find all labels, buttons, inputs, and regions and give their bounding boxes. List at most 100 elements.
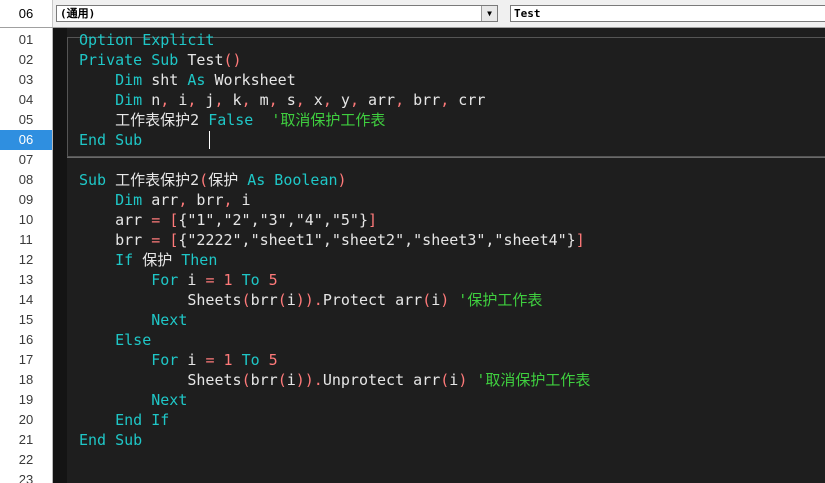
code-token: For [151, 351, 179, 369]
line-number-gutter: 01 02 03 04 05 06 07 08 09 10 11 12 13 14 15 16 17 18 19 20… [0, 28, 53, 483]
code-token: Next [151, 311, 188, 329]
code-line[interactable]: arr = [{"1","2","3","4","5"}] [79, 210, 377, 230]
code-token: Dim [115, 191, 143, 209]
code-token: Sub [79, 171, 107, 189]
code-line[interactable]: End Sub [79, 430, 142, 450]
code-editor[interactable]: Option Explicit Private Sub Test() Dim sh… [67, 28, 825, 483]
code-token: 工作表保护2 [106, 171, 200, 189]
code-line[interactable]: If 保护 Then [79, 250, 217, 270]
code-token: [ [169, 211, 179, 229]
code-token: {"1","2","3","4","5"} [178, 211, 368, 229]
line-number: 20 [18, 412, 34, 427]
code-line[interactable]: Option Explicit [79, 30, 214, 50]
code-token: ] [368, 211, 378, 229]
code-line[interactable]: Dim n, i, j, k, m, s, x, y, arr, brr, cr… [79, 90, 485, 110]
line-number: 16 [18, 332, 34, 347]
object-dropdown-value: (通用) [60, 7, 96, 20]
line-number: 12 [18, 252, 34, 267]
code-window-toolbar: 06 (通用) ▼ Test [0, 0, 825, 28]
code-token: i [431, 291, 441, 309]
code-token: ( [277, 291, 287, 309]
code-line[interactable]: For i = 1 To 5 [79, 350, 277, 370]
object-dropdown[interactable]: (通用) ▼ [56, 5, 498, 22]
code-token: , [223, 191, 233, 209]
code-token: ( [440, 371, 450, 389]
code-line[interactable]: For i = 1 To 5 [79, 270, 277, 290]
code-token: Then [181, 251, 218, 269]
code-token: 1 [223, 351, 233, 369]
code-token: x [304, 91, 323, 109]
code-token: , [214, 91, 224, 109]
code-token: 保护 [133, 251, 182, 269]
code-token: As Boolean [247, 171, 338, 189]
margin-indicator-bar[interactable] [53, 28, 67, 483]
code-line[interactable]: Sheets(brr(i)).Protect arr(i) '保护工作表 [79, 290, 542, 310]
code-token: ] [575, 231, 585, 249]
code-token: i [232, 191, 251, 209]
code-token: 保护 [208, 171, 248, 189]
code-token: Option Explicit [79, 31, 215, 49]
code-token: )). [295, 371, 323, 389]
line-number: 11 [19, 232, 33, 247]
code-token: arr [79, 211, 152, 229]
procedure-dropdown-value: Test [514, 7, 541, 20]
code-token: m [250, 91, 269, 109]
code-line[interactable]: Next [79, 390, 187, 410]
code-line[interactable]: brr = [{"2222","sheet1","sheet2","sheet3… [79, 230, 585, 250]
line-number: 03 [18, 72, 34, 87]
code-token: [ [169, 231, 179, 249]
code-token: brr [187, 191, 224, 209]
code-token: False [208, 111, 254, 129]
code-token: End Sub [79, 131, 143, 149]
code-token: n [142, 91, 161, 109]
line-number: 10 [18, 212, 34, 227]
procedure-dropdown[interactable]: Test [510, 5, 825, 22]
code-token: 工作表保护2 [79, 111, 209, 129]
code-token: Test [178, 51, 224, 69]
code-line[interactable]: 工作表保护2 False '取消保护工作表 [79, 110, 385, 130]
code-token: brr [404, 91, 441, 109]
code-token: , [160, 91, 170, 109]
chevron-down-icon[interactable]: ▼ [481, 6, 497, 21]
code-line[interactable]: Next [79, 310, 187, 330]
code-line[interactable]: Sheets(brr(i)).Unprotect arr(i) '取消保护工作表 [79, 370, 590, 390]
code-token: '保护工作表 [449, 291, 543, 309]
line-number: 15 [18, 312, 34, 327]
code-token: Sheets [79, 371, 242, 389]
code-token: , [349, 91, 359, 109]
code-token: ) [458, 371, 468, 389]
code-line[interactable]: Dim sht As Worksheet [79, 70, 296, 90]
code-token: brr [250, 371, 278, 389]
code-token: ( [241, 291, 251, 309]
code-token: k [223, 91, 242, 109]
code-token: ( [199, 171, 209, 189]
code-token: () [223, 51, 242, 69]
line-number: 08 [18, 172, 34, 187]
code-token: ( [241, 371, 251, 389]
code-line[interactable]: Else [79, 330, 151, 350]
code-line[interactable]: Private Sub Test() [79, 50, 242, 70]
code-token: , [295, 91, 305, 109]
code-line[interactable]: End Sub [79, 130, 142, 150]
line-number: 05 [18, 112, 34, 127]
text-caret [209, 131, 210, 149]
code-line[interactable]: Dim arr, brr, i [79, 190, 251, 210]
code-token: ) [337, 171, 347, 189]
current-line-indicator: 06 [0, 0, 53, 27]
code-line[interactable]: Sub 工作表保护2(保护 As Boolean) [79, 170, 347, 190]
code-token: arr [142, 191, 179, 209]
code-line[interactable]: End If [79, 410, 169, 430]
code-token: If [115, 251, 134, 269]
code-token: = [151, 231, 161, 249]
